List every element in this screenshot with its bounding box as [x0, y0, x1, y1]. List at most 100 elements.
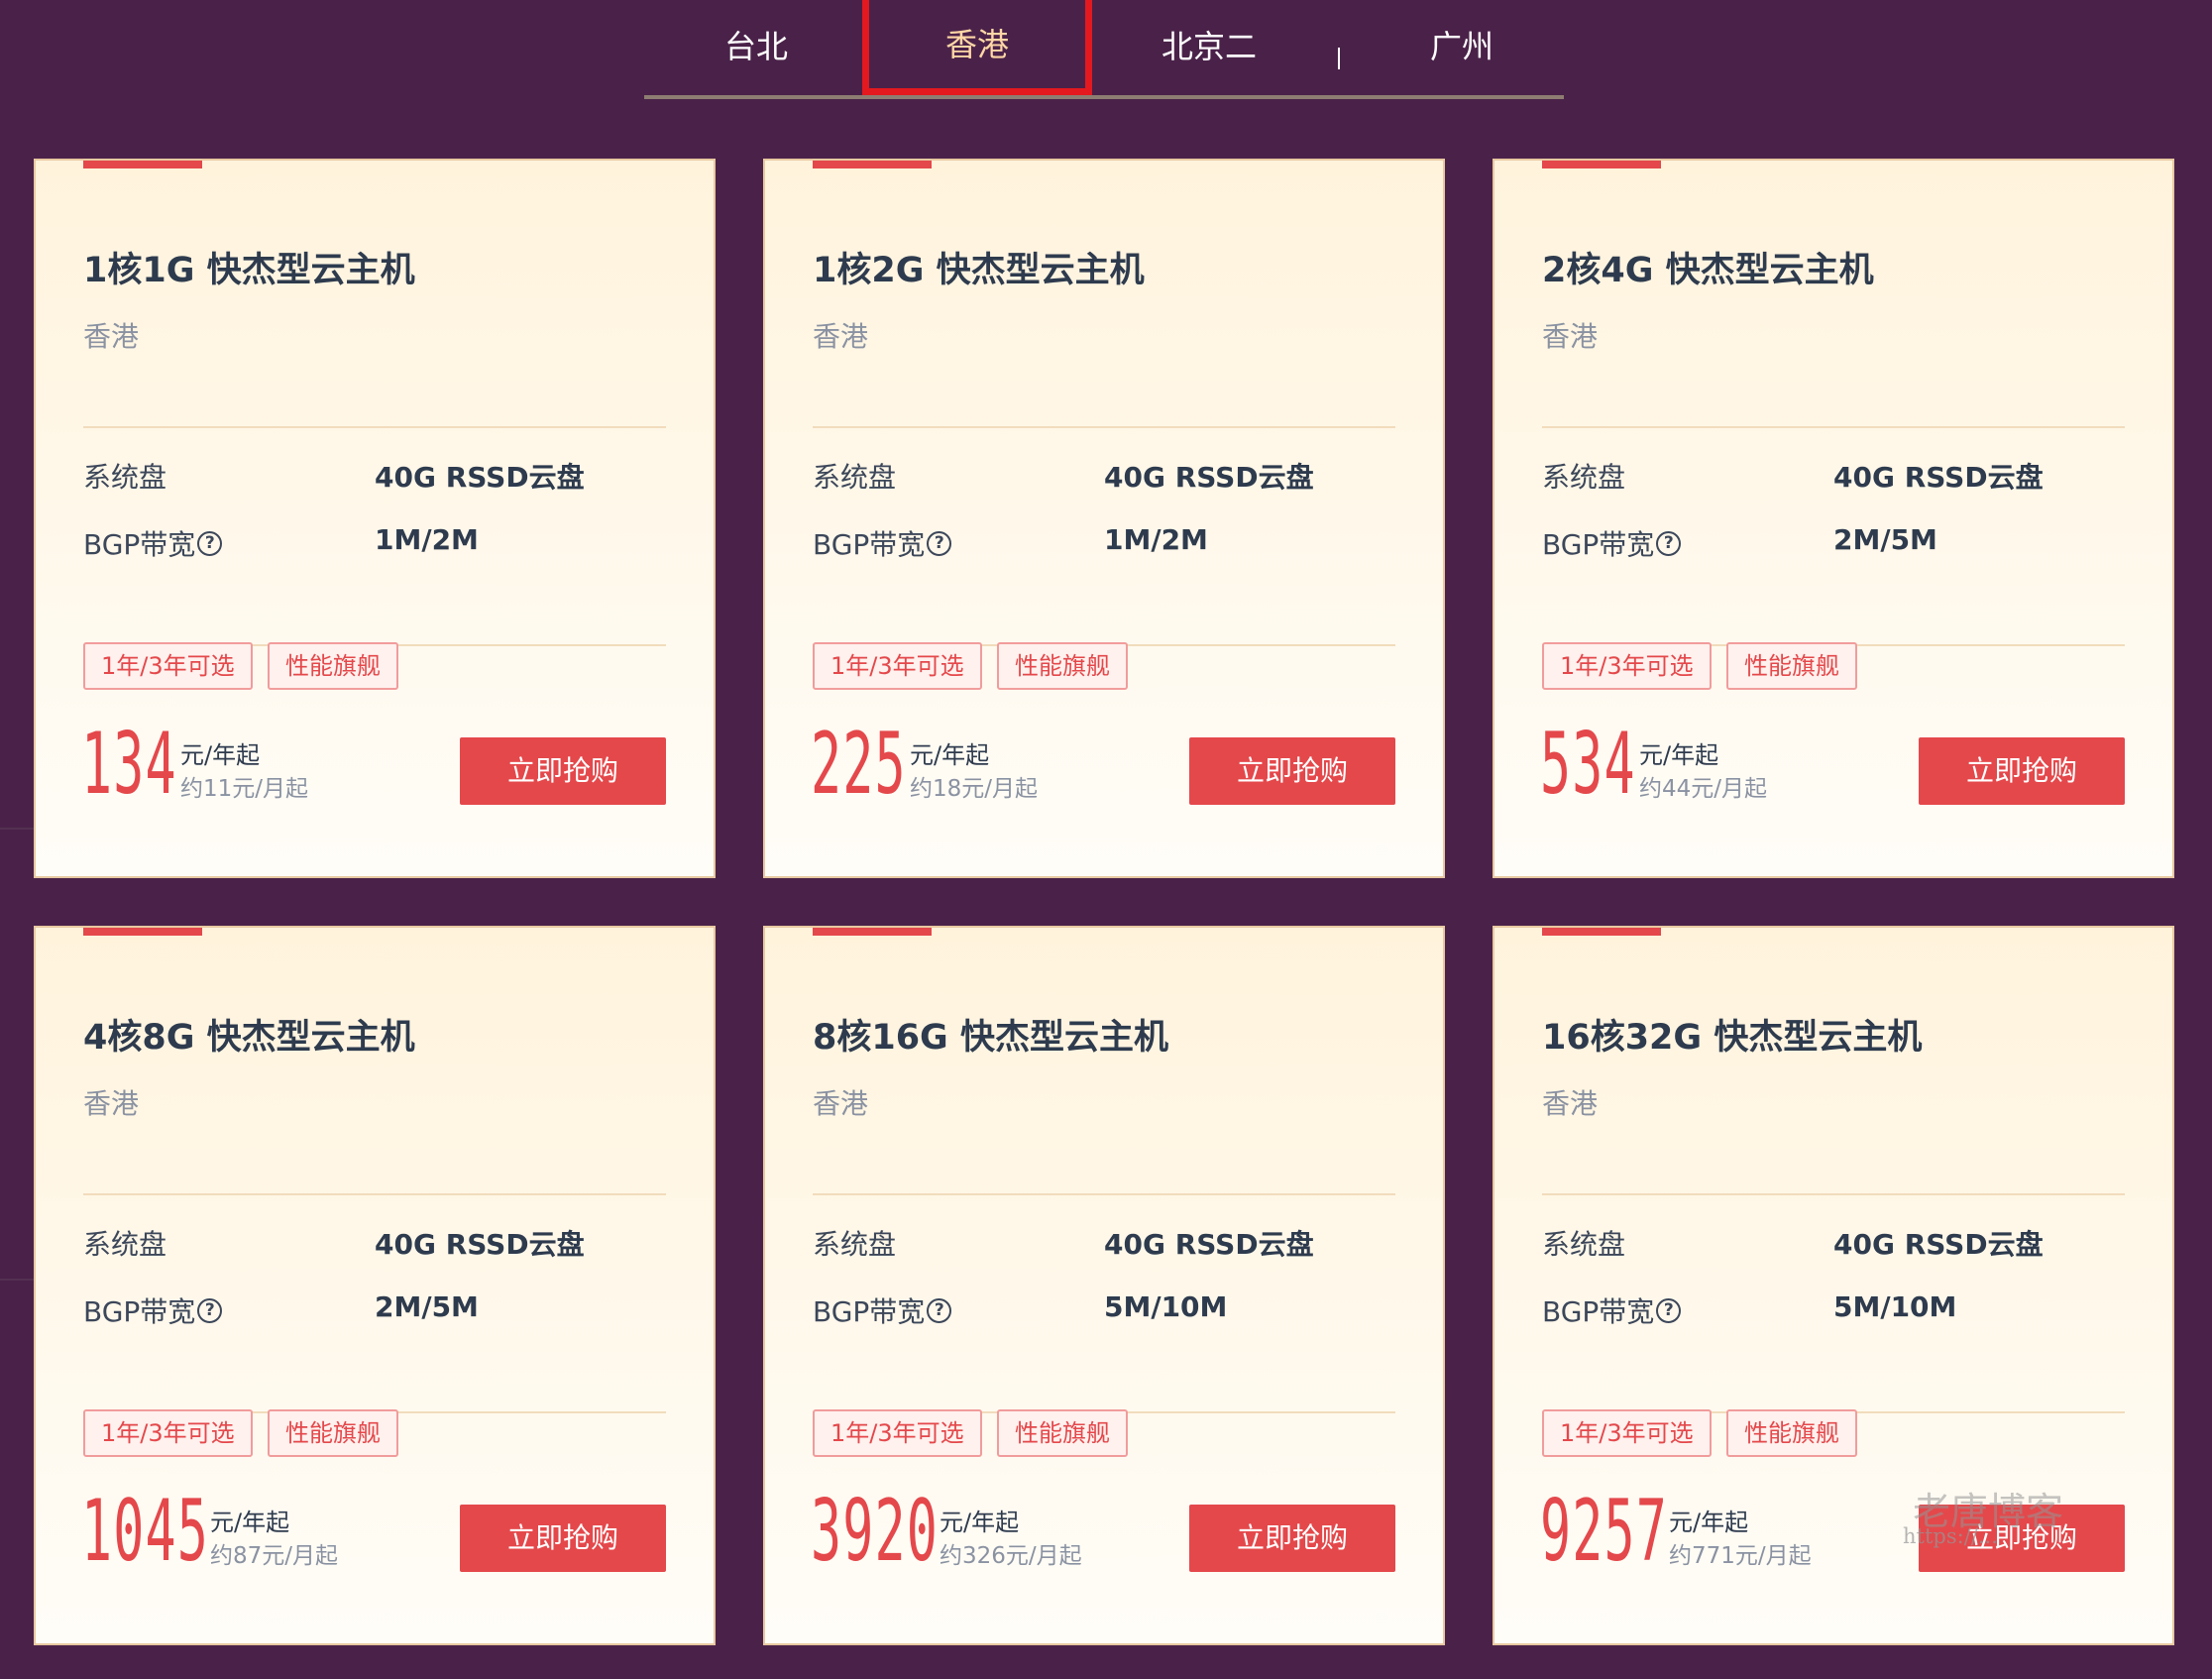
- buy-now-button[interactable]: 立即抢购: [1189, 1505, 1395, 1572]
- card-title: 2核4G 快杰型云主机: [1542, 251, 1874, 290]
- card-accent-bar: [1542, 161, 1661, 168]
- tag-term: 1年/3年可选: [83, 642, 253, 690]
- spec-value-bandwidth: 5M/10M: [1104, 1290, 1228, 1323]
- price-amount: 3920: [811, 1482, 940, 1581]
- price-monthly: 约11元/月起: [180, 776, 309, 802]
- spec-label-text: BGP带宽: [1542, 528, 1655, 561]
- tab-hongkong[interactable]: 香港: [862, 0, 1092, 95]
- spec-label-bandwidth: BGP带宽 ?: [1542, 523, 1682, 563]
- card-divider: [83, 426, 666, 428]
- card-accent-bar: [1542, 928, 1661, 936]
- card-region: 香港: [1542, 320, 1599, 353]
- product-card: 2核4G 快杰型云主机 香港 系统盘 40G RSSD云盘 BGP带宽 ? 2M…: [1493, 159, 2174, 878]
- product-card: 8核16G 快杰型云主机 香港 系统盘 40G RSSD云盘 BGP带宽 ? 5…: [763, 926, 1445, 1645]
- spec-label-text: 系统盘: [1542, 1228, 1626, 1261]
- price-monthly: 约18元/月起: [910, 776, 1039, 802]
- help-circle-icon[interactable]: ?: [927, 1297, 952, 1323]
- spec-value-disk: 40G RSSD云盘: [1104, 1228, 1314, 1261]
- region-tabs: 台北 香港 北京二 广州: [644, 0, 1564, 99]
- card-title: 1核2G 快杰型云主机: [813, 251, 1145, 290]
- spec-value-bandwidth: 2M/5M: [1833, 523, 1937, 556]
- card-divider: [83, 1193, 666, 1195]
- spec-value-disk: 40G RSSD云盘: [1833, 1228, 2044, 1261]
- card-accent-bar: [83, 928, 202, 936]
- card-region: 香港: [813, 320, 869, 353]
- help-circle-icon[interactable]: ?: [1656, 530, 1682, 556]
- spec-value-disk: 40G RSSD云盘: [1104, 461, 1314, 494]
- spec-value-bandwidth: 1M/2M: [1104, 523, 1208, 556]
- spec-label-text: 系统盘: [813, 461, 897, 494]
- tag-term: 1年/3年可选: [83, 1409, 253, 1457]
- tag-performance: 性能旗舰: [997, 642, 1128, 690]
- price-unit: 元/年起: [940, 1509, 1020, 1536]
- card-divider: [1542, 1193, 2125, 1195]
- tab-guangzhou[interactable]: 广州: [1407, 0, 1516, 91]
- price-amount: 534: [1540, 715, 1636, 814]
- price-unit: 元/年起: [1639, 741, 1719, 769]
- spec-label-text: BGP带宽: [83, 528, 196, 561]
- tag-term: 1年/3年可选: [1542, 1409, 1712, 1457]
- tag-term: 1年/3年可选: [813, 1409, 982, 1457]
- tag-performance: 性能旗舰: [997, 1409, 1128, 1457]
- spec-label-disk: 系统盘: [813, 1223, 896, 1263]
- spec-label-text: BGP带宽: [813, 528, 926, 561]
- card-region: 香港: [83, 320, 140, 353]
- tag-performance: 性能旗舰: [1726, 1409, 1857, 1457]
- spec-label-disk: 系统盘: [1542, 456, 1625, 496]
- card-title: 8核16G 快杰型云主机: [813, 1018, 1168, 1058]
- buy-now-button[interactable]: 立即抢购: [1189, 737, 1395, 805]
- help-circle-icon[interactable]: ?: [927, 530, 952, 556]
- help-circle-icon[interactable]: ?: [1656, 1297, 1682, 1323]
- spec-label-bandwidth: BGP带宽 ?: [813, 1290, 952, 1330]
- price-unit: 元/年起: [210, 1509, 290, 1536]
- price-unit: 元/年起: [180, 741, 261, 769]
- spec-label-text: 系统盘: [83, 461, 167, 494]
- spec-label-disk: 系统盘: [83, 1223, 166, 1263]
- card-title: 1核1G 快杰型云主机: [83, 251, 415, 290]
- buy-now-button[interactable]: 立即抢购: [460, 737, 666, 805]
- price-monthly: 约87元/月起: [210, 1543, 339, 1569]
- price-unit: 元/年起: [1669, 1509, 1749, 1536]
- tab-beijing-2[interactable]: 北京二: [1150, 0, 1269, 91]
- spec-value-bandwidth: 1M/2M: [375, 523, 479, 556]
- spec-label-bandwidth: BGP带宽 ?: [1542, 1290, 1682, 1330]
- card-region: 香港: [83, 1087, 140, 1120]
- tag-term: 1年/3年可选: [1542, 642, 1712, 690]
- spec-value-bandwidth: 2M/5M: [375, 1290, 479, 1323]
- spec-label-bandwidth: BGP带宽 ?: [813, 523, 952, 563]
- watermark-url: https://...: [1903, 1524, 1998, 1548]
- spec-value-disk: 40G RSSD云盘: [1833, 461, 2044, 494]
- spec-label-bandwidth: BGP带宽 ?: [83, 523, 223, 563]
- price-monthly: 约44元/月起: [1639, 776, 1768, 802]
- help-circle-icon[interactable]: ?: [197, 1297, 223, 1323]
- buy-now-button[interactable]: 立即抢购: [1919, 737, 2125, 805]
- price-amount: 1045: [81, 1482, 210, 1581]
- spec-label-disk: 系统盘: [1542, 1223, 1625, 1263]
- price-monthly: 约326元/月起: [940, 1543, 1082, 1569]
- card-region: 香港: [813, 1087, 869, 1120]
- spec-value-bandwidth: 5M/10M: [1833, 1290, 1957, 1323]
- tab-taipei[interactable]: 台北: [702, 0, 811, 91]
- help-circle-icon[interactable]: ?: [197, 530, 223, 556]
- card-region: 香港: [1542, 1087, 1599, 1120]
- spec-label-disk: 系统盘: [813, 456, 896, 496]
- tag-performance: 性能旗舰: [1726, 642, 1857, 690]
- buy-now-button[interactable]: 立即抢购: [460, 1505, 666, 1572]
- product-card: 1核2G 快杰型云主机 香港 系统盘 40G RSSD云盘 BGP带宽 ? 1M…: [763, 159, 1445, 878]
- spec-label-text: BGP带宽: [813, 1295, 926, 1328]
- spec-label-text: BGP带宽: [1542, 1295, 1655, 1328]
- card-title: 16核32G 快杰型云主机: [1542, 1018, 1923, 1058]
- card-divider: [1542, 426, 2125, 428]
- price-monthly: 约771元/月起: [1669, 1543, 1812, 1569]
- spec-label-bandwidth: BGP带宽 ?: [83, 1290, 223, 1330]
- product-card: 16核32G 快杰型云主机 香港 系统盘 40G RSSD云盘 BGP带宽 ? …: [1493, 926, 2174, 1645]
- spec-label-text: 系统盘: [83, 1228, 167, 1261]
- spec-label-text: 系统盘: [813, 1228, 897, 1261]
- spec-value-disk: 40G RSSD云盘: [375, 1228, 585, 1261]
- tab-separator: [1338, 48, 1340, 69]
- tag-term: 1年/3年可选: [813, 642, 982, 690]
- spec-value-disk: 40G RSSD云盘: [375, 461, 585, 494]
- tag-performance: 性能旗舰: [268, 1409, 398, 1457]
- tag-performance: 性能旗舰: [268, 642, 398, 690]
- product-card: 4核8G 快杰型云主机 香港 系统盘 40G RSSD云盘 BGP带宽 ? 2M…: [34, 926, 716, 1645]
